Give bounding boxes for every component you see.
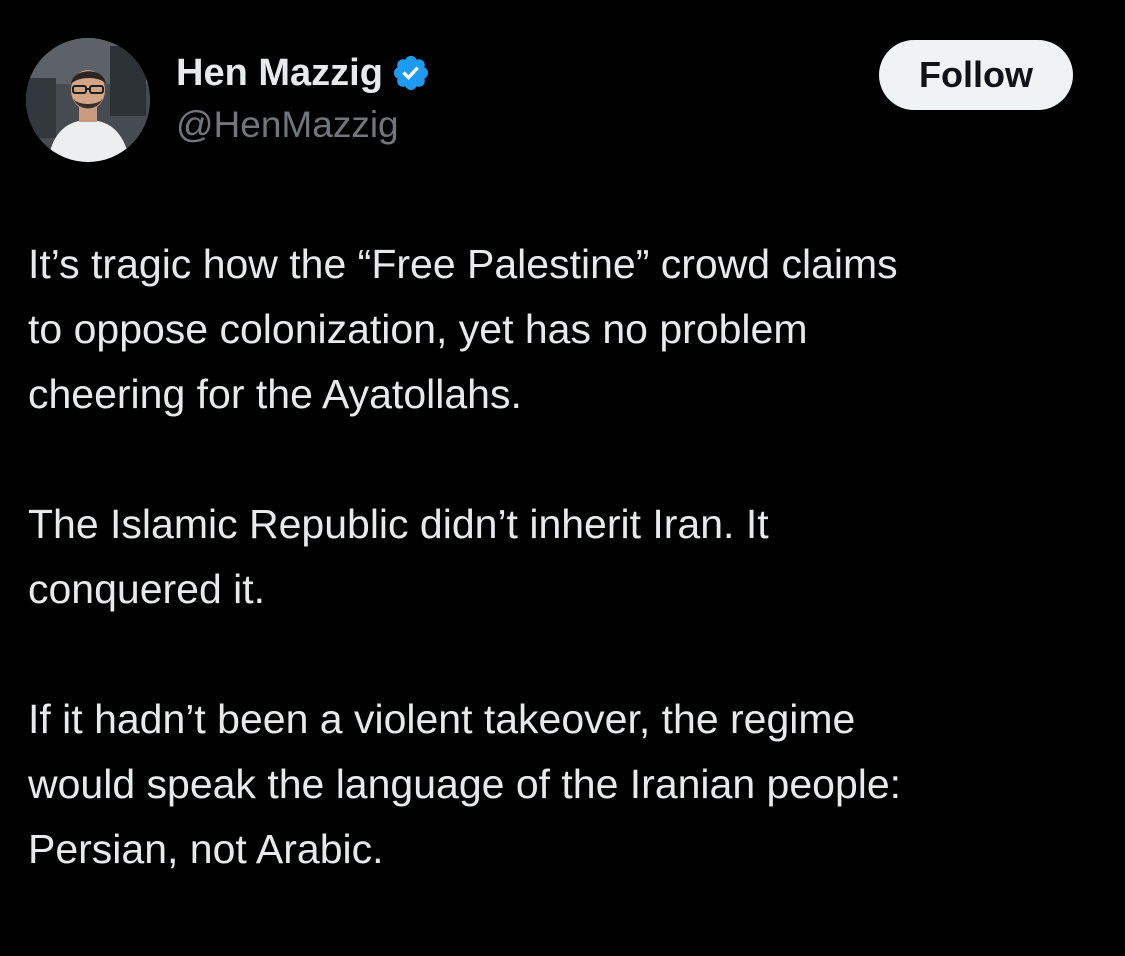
author-name-row: Hen Mazzig — [176, 50, 431, 96]
tweet-paragraph: If it hadn’t been a violent takeover, th… — [28, 687, 1098, 882]
avatar-photo — [26, 38, 150, 162]
tweet-line: cheering for the Ayatollahs. — [28, 371, 522, 417]
tweet-line: Persian, not Arabic. — [28, 826, 384, 872]
tweet-paragraph: The Islamic Republic didn’t inherit Iran… — [28, 492, 1098, 622]
tweet-line: to oppose colonization, yet has no probl… — [28, 306, 808, 352]
tweet-line: The Islamic Republic didn’t inherit Iran… — [28, 501, 769, 547]
tweet-paragraph: It’s tragic how the “Free Palestine” cro… — [28, 232, 1098, 427]
tweet-line: conquered it. — [28, 566, 266, 612]
tweet-line: It’s tragic how the “Free Palestine” cro… — [28, 241, 898, 287]
display-name[interactable]: Hen Mazzig — [176, 50, 383, 96]
tweet-text: It’s tragic how the “Free Palestine” cro… — [28, 232, 1098, 882]
tweet-line: If it hadn’t been a violent takeover, th… — [28, 696, 856, 742]
tweet-line: would speak the language of the Iranian … — [28, 761, 902, 807]
follow-button[interactable]: Follow — [879, 40, 1073, 110]
author-handle[interactable]: @HenMazzig — [176, 102, 399, 148]
verified-badge-icon[interactable] — [391, 53, 431, 93]
avatar[interactable] — [26, 38, 150, 162]
tweet: Hen Mazzig @HenMazzig Follow It’s tragic… — [0, 0, 1125, 956]
